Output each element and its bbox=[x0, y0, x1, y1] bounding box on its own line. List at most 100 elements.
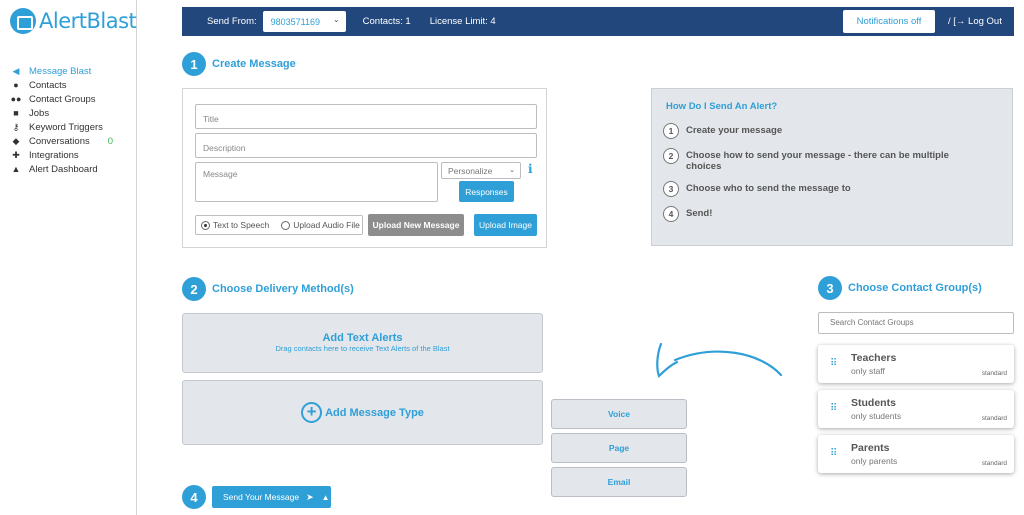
sidebar-item-jobs[interactable]: ■ Jobs bbox=[10, 106, 113, 120]
message-type-page[interactable]: Page bbox=[551, 433, 687, 463]
add-message-type-dropzone[interactable]: + Add Message Type bbox=[182, 380, 543, 445]
step-delivery-method: 2 Choose Delivery Method(s) bbox=[182, 277, 354, 301]
logo-icon bbox=[10, 8, 36, 34]
add-message-type-label: Add Message Type bbox=[325, 406, 424, 419]
megaphone-icon: ◀ bbox=[12, 65, 20, 76]
sidebar-item-alert-dashboard[interactable]: ▲ Alert Dashboard bbox=[10, 162, 113, 176]
upload-audio-radio[interactable] bbox=[281, 220, 291, 230]
group-type: standard bbox=[981, 460, 1007, 467]
step-send: 4 bbox=[182, 485, 206, 509]
message-type-voice[interactable]: Voice bbox=[551, 399, 687, 429]
sidebar-item-label: Contact Groups bbox=[29, 93, 96, 105]
message-textarea[interactable]: Message bbox=[195, 162, 438, 202]
conversations-count-badge: 0 bbox=[107, 135, 114, 147]
text-alerts-dropzone[interactable]: Add Text Alerts Drag contacts here to re… bbox=[182, 313, 543, 373]
step-number: 1 bbox=[182, 52, 206, 76]
sidebar-nav: ◀ Message Blast ● Contacts ●● Contact Gr… bbox=[10, 64, 113, 176]
upload-audio-label: Upload Audio File bbox=[293, 220, 360, 230]
sidebar-item-label: Jobs bbox=[29, 107, 50, 119]
logout-link[interactable]: / [→ Log Out bbox=[948, 16, 1002, 27]
sidebar-item-integrations[interactable]: ✚ Integrations bbox=[10, 148, 113, 162]
contact-group-card[interactable]: ⠿ Teachers only staff standard bbox=[818, 345, 1014, 383]
sidebar-item-label: Integrations bbox=[29, 149, 79, 161]
contact-group-card[interactable]: ⠿ Students only students standard bbox=[818, 390, 1014, 428]
how-to-step-text: Choose how to send your message - there … bbox=[686, 150, 949, 172]
personalize-value: Personalize bbox=[448, 166, 493, 176]
step-title: Create Message bbox=[212, 58, 296, 70]
how-to-step: 4 Send! bbox=[663, 206, 983, 222]
how-to-title: How Do I Send An Alert? bbox=[666, 101, 778, 112]
drag-handle-icon[interactable]: ⠿ bbox=[830, 358, 837, 369]
step-number: 4 bbox=[182, 485, 206, 509]
contact-group-card[interactable]: ⠿ Parents only parents standard bbox=[818, 435, 1014, 473]
logo-text: AlertBlast bbox=[39, 9, 137, 33]
how-to-step-text: Create your message bbox=[686, 125, 783, 136]
message-type-email[interactable]: Email bbox=[551, 467, 687, 497]
step-title: Choose Contact Group(s) bbox=[848, 282, 982, 294]
upload-image-button[interactable]: Upload Image bbox=[474, 214, 537, 236]
logo[interactable]: AlertBlast bbox=[10, 8, 137, 34]
group-description: only students bbox=[851, 411, 902, 421]
caret-up-icon[interactable]: ▲ bbox=[322, 493, 330, 502]
group-name: Parents bbox=[851, 442, 890, 454]
step-create-message: 1 Create Message bbox=[182, 52, 296, 76]
sidebar-item-contact-groups[interactable]: ●● Contact Groups bbox=[10, 92, 113, 106]
sidebar-item-message-blast[interactable]: ◀ Message Blast bbox=[10, 64, 113, 78]
sidebar-item-contacts[interactable]: ● Contacts bbox=[10, 78, 113, 92]
app-root: AlertBlast ◀ Message Blast ● Contacts ●●… bbox=[0, 0, 1024, 515]
sidebar-item-conversations[interactable]: ◆ Conversations 0 bbox=[10, 134, 114, 148]
bell-icon: ▲ bbox=[11, 164, 21, 174]
group-type: standard bbox=[981, 370, 1007, 377]
group-description: only staff bbox=[851, 366, 885, 376]
how-to-panel: How Do I Send An Alert? 1 Create your me… bbox=[651, 88, 1013, 246]
title-input[interactable]: Title bbox=[195, 104, 537, 129]
drag-hint-arrow-icon bbox=[656, 342, 783, 378]
contact-group-search-input[interactable]: Search Contact Groups bbox=[818, 312, 1014, 334]
text-alerts-title: Add Text Alerts bbox=[322, 332, 403, 344]
sidebar-item-keyword-triggers[interactable]: ⚷ Keyword Triggers bbox=[10, 120, 113, 134]
how-to-step-text: Choose who to send the message to bbox=[686, 183, 851, 194]
send-from-value: 9803571169 bbox=[270, 16, 321, 27]
group-name: Teachers bbox=[851, 352, 897, 364]
add-message-type-content: + Add Message Type bbox=[183, 381, 542, 444]
send-from-select[interactable]: 9803571169 ⌄ bbox=[262, 11, 346, 32]
how-to-step: 1 Create your message bbox=[663, 123, 983, 139]
sidebar-item-label: Conversations bbox=[29, 135, 90, 147]
responses-button[interactable]: Responses bbox=[459, 181, 514, 202]
sidebar: AlertBlast ◀ Message Blast ● Contacts ●●… bbox=[0, 0, 137, 515]
chevron-down-icon: ⌄ bbox=[509, 167, 515, 174]
step-contact-groups: 3 Choose Contact Group(s) bbox=[818, 276, 982, 300]
text-to-speech-radio[interactable] bbox=[201, 220, 210, 230]
drag-handle-icon[interactable]: ⠿ bbox=[830, 403, 837, 414]
sidebar-item-label: Message Blast bbox=[29, 65, 92, 77]
puzzle-icon: ✚ bbox=[12, 149, 20, 160]
group-icon: ●● bbox=[10, 94, 22, 104]
top-bar: Send From: 9803571169 ⌄ Contacts: 1 Lice… bbox=[182, 7, 1014, 36]
step-number: 2 bbox=[182, 277, 206, 301]
upload-new-message-button[interactable]: Upload New Message bbox=[368, 214, 464, 236]
send-message-button[interactable]: Send Your Message ➤ ▲ bbox=[212, 486, 331, 508]
notifications-toggle-button[interactable]: Notifications off bbox=[843, 10, 935, 33]
plus-circle-icon: + bbox=[301, 402, 323, 423]
create-message-card: Title Description Message Personalize ⌄ … bbox=[182, 88, 547, 248]
chevron-down-icon: ⌄ bbox=[332, 15, 340, 24]
step-number-circle: 3 bbox=[663, 181, 679, 197]
key-icon: ⚷ bbox=[12, 121, 20, 132]
description-input[interactable]: Description bbox=[195, 133, 537, 158]
text-alerts-hint: Drag contacts here to receive Text Alert… bbox=[275, 344, 450, 353]
group-name: Students bbox=[851, 397, 896, 409]
personalize-select[interactable]: Personalize ⌄ bbox=[441, 162, 521, 179]
how-to-step: 3 Choose who to send the message to bbox=[663, 181, 983, 197]
step-number-circle: 1 bbox=[663, 123, 679, 139]
chat-icon: ◆ bbox=[12, 135, 20, 146]
info-icon[interactable]: i bbox=[528, 162, 533, 176]
sidebar-item-label: Alert Dashboard bbox=[29, 163, 98, 175]
drag-handle-icon[interactable]: ⠿ bbox=[830, 448, 837, 459]
step-number: 3 bbox=[818, 276, 842, 300]
briefcase-icon: ■ bbox=[13, 108, 19, 118]
text-to-speech-label: Text to Speech bbox=[213, 220, 270, 230]
group-description: only parents bbox=[851, 456, 898, 466]
person-icon: ● bbox=[13, 80, 19, 90]
sidebar-item-label: Keyword Triggers bbox=[29, 121, 103, 133]
how-to-steps: 1 Create your message 2 Choose how to se… bbox=[663, 123, 983, 231]
